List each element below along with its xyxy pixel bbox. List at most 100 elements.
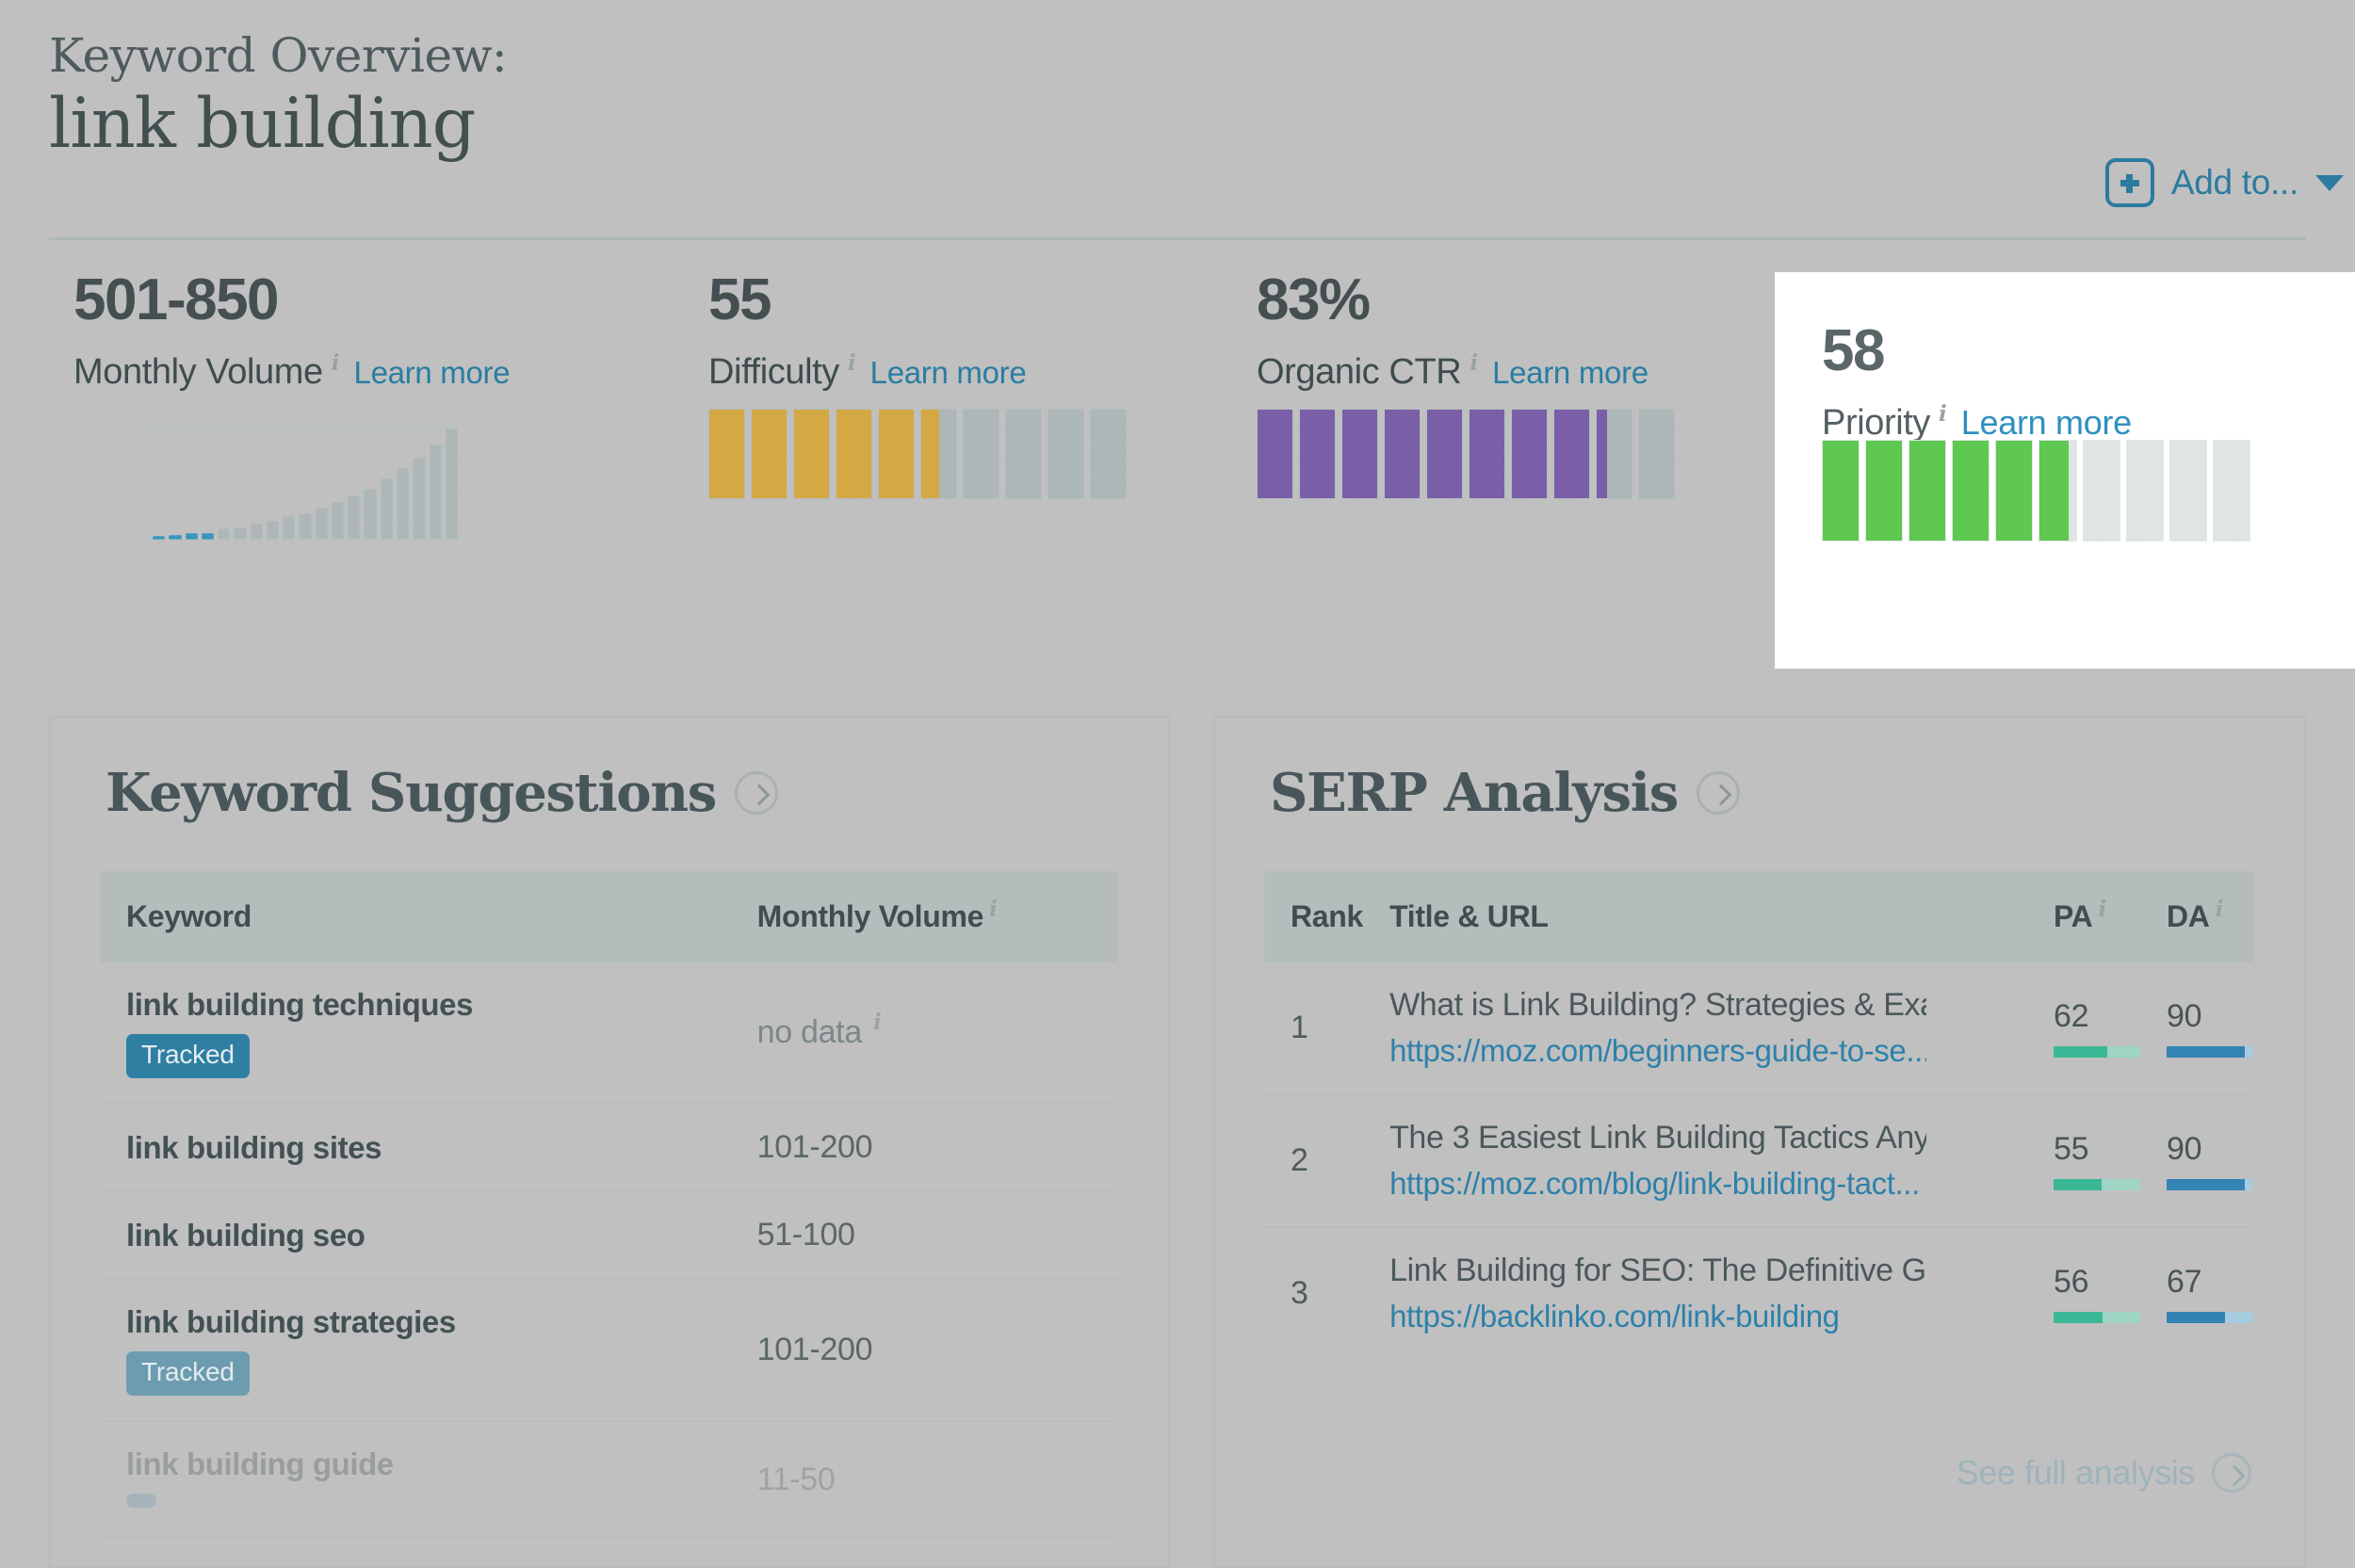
gauge-segment-fill [1597,410,1607,498]
cell-rank: 1 [1264,962,1363,1094]
learn-more-link[interactable]: Learn more [870,355,1027,391]
column-header-keyword[interactable]: Keyword [100,871,731,962]
gauge-segment [1469,409,1505,499]
gauge-segment-fill [1909,441,1945,541]
monthly-volume-value: no data [757,1014,862,1050]
info-icon[interactable]: i [2098,897,2105,922]
gauge-segment-fill [879,410,914,498]
see-full-analysis-label: See full analysis [1957,1453,2195,1493]
add-to-button[interactable]: Add to... [2105,158,2344,207]
cell-rank: 3 [1264,1227,1363,1360]
metric-label: Priority [1822,403,1930,444]
gauge-segment [1341,409,1378,499]
monthly-volume-sparkline [147,427,458,540]
cell-keyword: link building sites [100,1104,731,1191]
gauge-segment [1511,409,1548,499]
info-icon[interactable]: i [848,350,856,376]
column-header-da[interactable]: DAi [2140,871,2253,962]
keyword-label[interactable]: link building seo [126,1218,731,1253]
metric-label: Monthly Volume [73,352,323,393]
gauge-segment-fill [1512,410,1547,498]
keyword-suggestions-header[interactable]: Keyword Suggestions [51,718,1168,824]
gauge-segment [1426,409,1463,499]
info-icon[interactable]: i [873,1010,882,1035]
result-url[interactable]: https://moz.com/blog/link-building-tact.… [1389,1166,1926,1202]
column-header-pa[interactable]: PAi [2027,871,2140,962]
table-row[interactable]: link building guide11-50 [100,1421,1117,1538]
cell-pa: 56 [2027,1227,2140,1360]
learn-more-link[interactable]: Learn more [354,355,511,391]
table-row[interactable]: 1 What is Link Building? Strategies & Exa… [1264,962,2253,1094]
sparkline-bar [397,468,409,540]
info-icon[interactable]: i [989,897,997,922]
cell-monthly-volume: 11-50 [731,1421,1117,1538]
sparkline-bar [202,533,214,540]
keyword-label[interactable]: link building strategies [126,1304,731,1340]
status-badge [126,1494,156,1508]
table-row[interactable]: link building techniques Tracked no data i [100,962,1117,1104]
gauge-segment [1638,409,1675,499]
bar-fill [2054,1312,2103,1323]
chevron-right-icon[interactable] [2212,1453,2251,1493]
chevron-down-icon[interactable] [2315,175,2344,191]
learn-more-link[interactable]: Learn more [1961,403,2132,443]
result-title[interactable]: Link Building for SEO: The Definitive G.… [1389,1253,1926,1289]
info-icon[interactable]: i [1470,350,1478,376]
info-icon[interactable]: i [2216,897,2223,922]
table-header-row: Rank Title & URL PAi DAi [1264,871,2253,962]
table-row[interactable]: link building sites101-200 [100,1104,1117,1191]
result-url[interactable]: https://moz.com/beginners-guide-to-se... [1389,1033,1926,1069]
pa-bar [2054,1312,2140,1323]
table-row[interactable]: link building seo51-100 [100,1191,1117,1279]
table-row[interactable]: 2 The 3 Easiest Link Building Tactics Any… [1264,1094,2253,1227]
page-eyebrow: Keyword Overview: [49,32,2306,80]
column-header-monthly-volume[interactable]: Monthly Volumei [731,871,1117,962]
keyword-label[interactable]: link building sites [126,1130,731,1166]
gauge-segment-fill [1953,441,1989,541]
keyword-label[interactable]: link building guide [126,1447,731,1482]
cell-title-url: The 3 Easiest Link Building Tactics Any … [1363,1094,2027,1227]
priority-bar-gauge [1822,440,2250,542]
gauge-segment-fill [1996,441,2032,541]
sparkline-bar [218,528,230,540]
table-row[interactable]: link building strategiesTracked101-200 [100,1279,1117,1421]
cell-rank: 2 [1264,1094,1363,1227]
chevron-right-icon[interactable] [1697,771,1740,815]
metric-value: 55 [708,271,1236,330]
info-icon[interactable]: i [1939,401,1947,427]
gauge-segment [920,409,957,499]
status-badge: Tracked [126,1034,250,1078]
result-title[interactable]: What is Link Building? Strategies & Exa.… [1389,987,1926,1024]
keyword-overview-page: Keyword Overview: link building Add to..… [0,0,2355,1568]
learn-more-link[interactable]: Learn more [1492,355,1648,391]
table-row[interactable]: 3 Link Building for SEO: The Definitive G… [1264,1227,2253,1360]
bar-fill [2054,1179,2102,1190]
gauge-segment-fill [1470,410,1504,498]
plus-icon [2105,158,2154,207]
gauge-segment [1005,409,1042,499]
sparkline-bar [299,513,311,540]
pa-value: 62 [2054,998,2140,1035]
serp-analysis-header[interactable]: SERP Analysis [1215,718,2304,824]
gauge-segment-fill [1823,441,1859,541]
gauge-segment [751,409,788,499]
column-header-rank[interactable]: Rank [1264,871,1363,962]
bar-fill [2167,1046,2245,1058]
chevron-right-icon[interactable] [735,771,778,815]
info-icon[interactable]: i [332,350,340,376]
metric-value: 58 [1822,322,2132,380]
gauge-segment [793,409,830,499]
column-header-title-url[interactable]: Title & URL [1363,871,2027,962]
cell-keyword: link building guide [100,1421,731,1538]
cell-keyword: link building seo [100,1191,731,1279]
see-full-analysis-link[interactable]: See full analysis [1957,1453,2251,1493]
gauge-segment [836,409,872,499]
gauge-segment-fill [836,410,871,498]
organic-ctr-bar-gauge [1257,409,1675,499]
result-url[interactable]: https://backlinko.com/link-building [1389,1299,1926,1334]
sparkline-bar [348,495,360,540]
keyword-label[interactable]: link building techniques [126,987,731,1023]
result-title[interactable]: The 3 Easiest Link Building Tactics Any … [1389,1120,1926,1156]
metric-priority-card: 58 Priority i Learn more [1775,272,2355,669]
panel-title: SERP Analysis [1270,762,1678,824]
